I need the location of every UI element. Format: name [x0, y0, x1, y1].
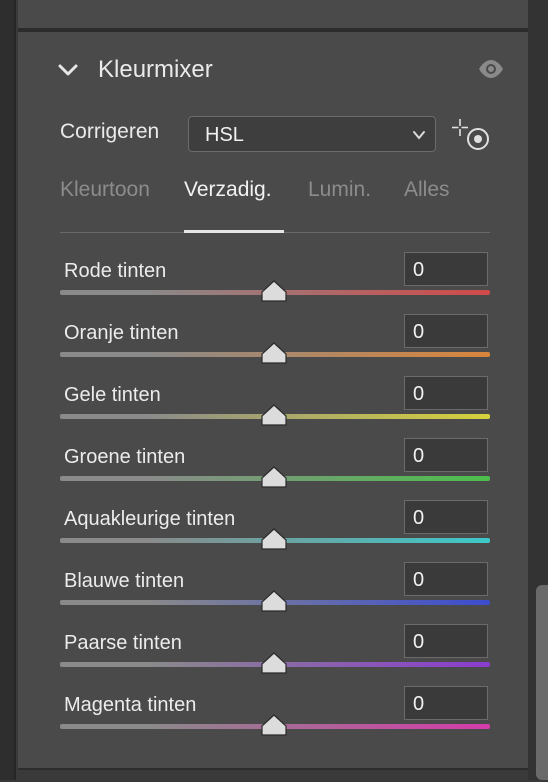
slider-row: Gele tinten 0: [60, 376, 490, 446]
slider-row: Groene tinten 0: [60, 438, 490, 508]
slider-label: Paarse tinten: [64, 632, 182, 654]
slider-row: Paarse tinten 0: [60, 624, 490, 694]
correct-dropdown[interactable]: HSL: [188, 116, 436, 152]
adjustment-tabs: Kleurtoon Verzadig. Lumin. Alles: [60, 178, 490, 234]
slider-value-input[interactable]: 0: [404, 624, 488, 658]
chevron-down-icon: [411, 127, 427, 143]
slider-label: Rode tinten: [64, 260, 167, 282]
tab-all[interactable]: Alles: [404, 178, 450, 202]
slider-thumb[interactable]: [261, 714, 287, 736]
color-mixer-panel: Kleurmixer Corrigeren HSL Kleurtoon Verz…: [18, 0, 528, 782]
slider-row: Rode tinten 0: [60, 252, 490, 322]
slider-thumb[interactable]: [261, 404, 287, 426]
panel-divider: [18, 28, 528, 32]
slider-value-input[interactable]: 0: [404, 500, 488, 534]
slider-thumb[interactable]: [261, 528, 287, 550]
tab-saturation[interactable]: Verzadig.: [184, 178, 272, 202]
slider-thumb[interactable]: [261, 466, 287, 488]
slider-row: Magenta tinten 0: [60, 686, 490, 756]
slider-value-input[interactable]: 0: [404, 252, 488, 286]
slider-thumb[interactable]: [261, 342, 287, 364]
slider-label: Gele tinten: [64, 384, 161, 406]
slider-label: Blauwe tinten: [64, 570, 185, 592]
left-panel-edge: [0, 0, 16, 780]
scrollbar-thumb[interactable]: [536, 585, 548, 780]
slider-row: Blauwe tinten 0: [60, 562, 490, 632]
slider-value-input[interactable]: 0: [404, 686, 488, 720]
slider-value-input[interactable]: 0: [404, 562, 488, 596]
target-adjustment-icon[interactable]: [450, 118, 492, 154]
tab-hue[interactable]: Kleurtoon: [60, 178, 150, 202]
section-title: Kleurmixer: [98, 56, 213, 83]
slider-label: Groene tinten: [64, 446, 186, 468]
slider-value-input[interactable]: 0: [404, 314, 488, 348]
slider-value-input[interactable]: 0: [404, 438, 488, 472]
section-header[interactable]: Kleurmixer: [58, 52, 213, 88]
correct-label: Corrigeren: [60, 120, 160, 143]
eye-icon[interactable]: [478, 58, 504, 80]
slider-label: Aquakleurige tinten: [64, 508, 236, 530]
slider-label: Magenta tinten: [64, 694, 197, 716]
slider-thumb[interactable]: [261, 652, 287, 674]
slider-thumb[interactable]: [261, 280, 287, 302]
dropdown-value: HSL: [205, 124, 244, 146]
active-tab-indicator: [184, 230, 284, 233]
slider-value-input[interactable]: 0: [404, 376, 488, 410]
slider-thumb[interactable]: [261, 590, 287, 612]
slider-label: Oranje tinten: [64, 322, 179, 344]
chevron-down-icon[interactable]: [58, 60, 78, 80]
slider-row: Oranje tinten 0: [60, 314, 490, 384]
slider-row: Aquakleurige tinten 0: [60, 500, 490, 570]
tab-luminance[interactable]: Lumin.: [308, 178, 371, 202]
